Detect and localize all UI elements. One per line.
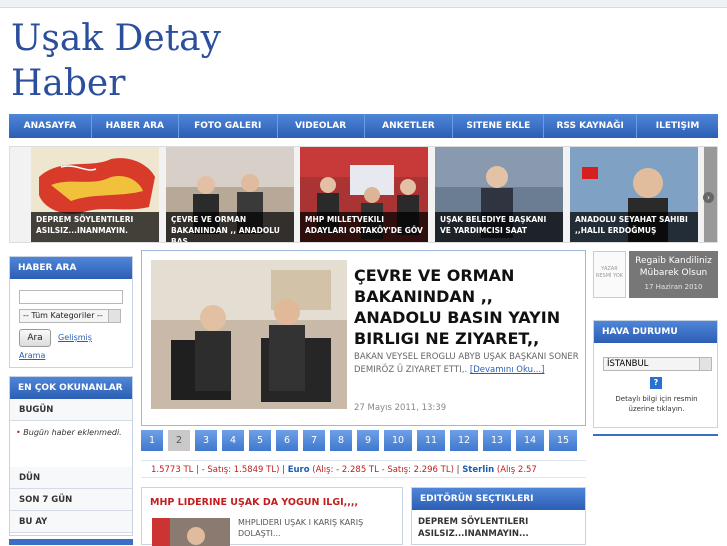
news-item-text: MHPLIDERI UŞAK I KARIŞ KARIŞ DOLAŞTI... — [238, 518, 364, 538]
currency-ticker: 1.5773 TL | - Satış: 1.5849 TL) | Euro (… — [141, 460, 586, 478]
tab-dun[interactable]: DÜN — [10, 467, 132, 489]
search-link[interactable]: Arama — [19, 351, 45, 360]
nav-item-rss[interactable]: RSS KAYNAĞI — [544, 114, 638, 138]
ticker-sterlin-values: (Alış 2.57 — [496, 465, 537, 475]
page-button[interactable]: 9 — [357, 430, 379, 451]
right-divider — [593, 434, 718, 436]
city-select[interactable]: İSTANBUL — [603, 357, 712, 371]
city-select-value: İSTANBUL — [607, 359, 649, 369]
slide-item[interactable]: MHP MILLETVEKILI ADAYLARI ORTAKÖY'DE GÖV — [300, 147, 428, 242]
notice-date: 17 Haziran 2010 — [644, 283, 703, 291]
weather-box: HAVA DURUMU İSTANBUL ? Detaylı bilgi içi… — [593, 320, 718, 428]
nav-item-videolar[interactable]: VIDEOLAR — [278, 114, 365, 138]
slide-caption: UŞAK BELEDIYE BAŞKANI VE YARDIMCISI SAAT — [435, 212, 563, 242]
weather-hint: Detaylı bilgi için resmin üzerine tıklay… — [615, 395, 698, 413]
featured-news[interactable]: ÇEVRE VE ORMAN BAKANINDAN ,, ANADOLU BAS… — [141, 250, 586, 426]
ticker-euro-values: (Alış: - 2.285 TL - Satış: 2.296 TL) — [312, 465, 454, 475]
most-read-list: • Bugün haber eklenmedi. — [10, 421, 132, 467]
nav-item-foto-galeri[interactable]: FOTO GALERI — [179, 114, 278, 138]
chevron-down-icon — [699, 358, 711, 370]
editor-pick-item[interactable]: DEPREM SÖYLENTILERI ASILSIZ...INANMAYIN.… — [412, 510, 585, 540]
slide-caption: MHP MILLETVEKILI ADAYLARI ORTAKÖY'DE GÖV — [300, 212, 428, 242]
nav-item-anasayfa[interactable]: ANASAYFA — [9, 114, 92, 138]
page-button[interactable]: 12 — [450, 430, 478, 451]
search-box-header: HABER ARA — [10, 257, 132, 279]
search-button[interactable]: Ara — [19, 329, 51, 347]
weather-image-icon[interactable]: ? — [650, 377, 662, 389]
notice-text: Regaib Kandiliniz Mübarek Olsun — [635, 256, 712, 278]
page-button[interactable]: 7 — [303, 430, 325, 451]
page-button[interactable]: 1 — [141, 430, 163, 451]
chevron-down-icon — [108, 310, 120, 322]
nav-item-iletisim[interactable]: ILETIŞIM — [637, 114, 718, 138]
featured-date: 27 Mayıs 2011, 13:39 — [354, 403, 447, 413]
news-thumbnail — [152, 518, 230, 546]
search-input[interactable] — [19, 290, 123, 304]
news-item-title[interactable]: MHP LIDERINE UŞAK DA YOGUN ILGI,,,, — [142, 488, 402, 508]
main-nav: ANASAYFA HABER ARA FOTO GALERI VIDEOLAR … — [9, 114, 718, 138]
notice-widget: YAZAR RESMİ YOK Regaib Kandiliniz Mübare… — [593, 251, 718, 298]
slide-caption: DEPREM SÖYLENTILERI ASILSIZ...INANMAYIN. — [31, 212, 159, 242]
page-button[interactable]: 10 — [384, 430, 412, 451]
featured-title[interactable]: ÇEVRE VE ORMAN BAKANINDAN ,, ANADOLU BAS… — [354, 265, 582, 349]
ticker-sep: | — [282, 465, 285, 475]
nav-item-anketler[interactable]: ANKETLER — [365, 114, 454, 138]
page-button[interactable]: 4 — [222, 430, 244, 451]
slide-caption: ÇEVRE VE ORMAN BAKANINDAN ,, ANADOLU BAS — [166, 212, 294, 242]
page-button[interactable]: 14 — [516, 430, 544, 451]
read-more-link[interactable]: [Devamını Oku...] — [470, 365, 545, 375]
featured-photo — [151, 260, 347, 409]
ticker-sterlin-label: Sterlin — [462, 465, 495, 475]
tab-bu-ay[interactable]: BU AY — [10, 511, 132, 533]
featured-pager: 1 2 3 4 5 6 7 8 9 10 11 12 13 14 15 — [141, 430, 582, 452]
site-logo[interactable]: Uşak Detay Haber — [11, 16, 221, 106]
top-border — [0, 0, 727, 8]
most-read-box: EN ÇOK OKUNANLAR BUGÜN • Bugün haber ekl… — [9, 376, 133, 536]
empty-message: Bugün haber eklenmedi. — [23, 428, 122, 437]
tab-bugun[interactable]: BUGÜN — [10, 399, 132, 421]
ticker-euro-label: Euro — [287, 465, 310, 475]
featured-description: BAKAN VEYSEL EROGLU ABYB UŞAK BAŞKANI SO… — [354, 351, 582, 377]
slide-caption: ANADOLU SEYAHAT SAHIBI ,,HALIL ERDOĞMUŞ — [570, 212, 698, 242]
page-button[interactable]: 11 — [417, 430, 445, 451]
nav-item-haber-ara[interactable]: HABER ARA — [92, 114, 179, 138]
most-read-header: EN ÇOK OKUNANLAR — [10, 377, 132, 399]
advanced-search-link[interactable]: Gelişmiş — [58, 333, 92, 342]
category-select[interactable]: -- Tüm Kategoriler -- — [19, 309, 121, 323]
tab-son-7-gun[interactable]: SON 7 GÜN — [10, 489, 132, 511]
slide-item[interactable]: UŞAK BELEDIYE BAŞKANI VE YARDIMCISI SAAT — [435, 147, 563, 242]
slide-item[interactable]: DEPREM SÖYLENTILERI ASILSIZ...INANMAYIN. — [31, 147, 159, 242]
no-author-image: YAZAR RESMİ YOK — [593, 251, 626, 298]
weather-header: HAVA DURUMU — [594, 321, 717, 343]
ticker-dollar-buy: 1.5773 TL — [151, 465, 194, 475]
site-title-line2: Haber — [11, 63, 126, 104]
next-arrow-icon[interactable]: › — [703, 192, 714, 203]
editor-picks-box: EDITÖRÜN SEÇTIKLERI DEPREM SÖYLENTILERI … — [411, 487, 586, 545]
nav-item-sitene-ekle[interactable]: SITENE EKLE — [453, 114, 545, 138]
slide-item[interactable]: ÇEVRE VE ORMAN BAKANINDAN ,, ANADOLU BAS — [166, 147, 294, 242]
slide-item[interactable]: ANADOLU SEYAHAT SAHIBI ,,HALIL ERDOĞMUŞ — [570, 147, 698, 242]
news-item-box[interactable]: MHP LIDERINE UŞAK DA YOGUN ILGI,,,, MHPL… — [141, 487, 403, 546]
next-box-header — [9, 539, 133, 545]
ticker-sep: | — [456, 465, 460, 475]
site-title-line1: Uşak Detay — [11, 18, 221, 59]
notice-box[interactable]: Regaib Kandiliniz Mübarek Olsun 17 Hazir… — [629, 251, 718, 298]
page-button[interactable]: 6 — [276, 430, 298, 451]
page-button[interactable]: 5 — [249, 430, 271, 451]
category-select-value: -- Tüm Kategoriler -- — [23, 311, 103, 320]
page-button[interactable]: 8 — [330, 430, 352, 451]
editor-picks-header: EDITÖRÜN SEÇTIKLERI — [412, 488, 585, 510]
page-button[interactable]: 13 — [483, 430, 511, 451]
featured-desc-text: BAKAN VEYSEL EROGLU ABYB UŞAK BAŞKANI SO… — [354, 352, 579, 375]
page-button[interactable]: 15 — [549, 430, 577, 451]
search-box: HABER ARA -- Tüm Kategoriler -- Ara Geli… — [9, 256, 133, 368]
ticker-dollar-sell: | - Satış: 1.5849 TL) — [196, 465, 280, 475]
bullet-icon: • — [16, 428, 21, 437]
news-slider: DEPREM SÖYLENTILERI ASILSIZ...INANMAYIN.… — [9, 146, 718, 243]
page-button-active[interactable]: 2 — [168, 430, 190, 451]
page-button[interactable]: 3 — [195, 430, 217, 451]
